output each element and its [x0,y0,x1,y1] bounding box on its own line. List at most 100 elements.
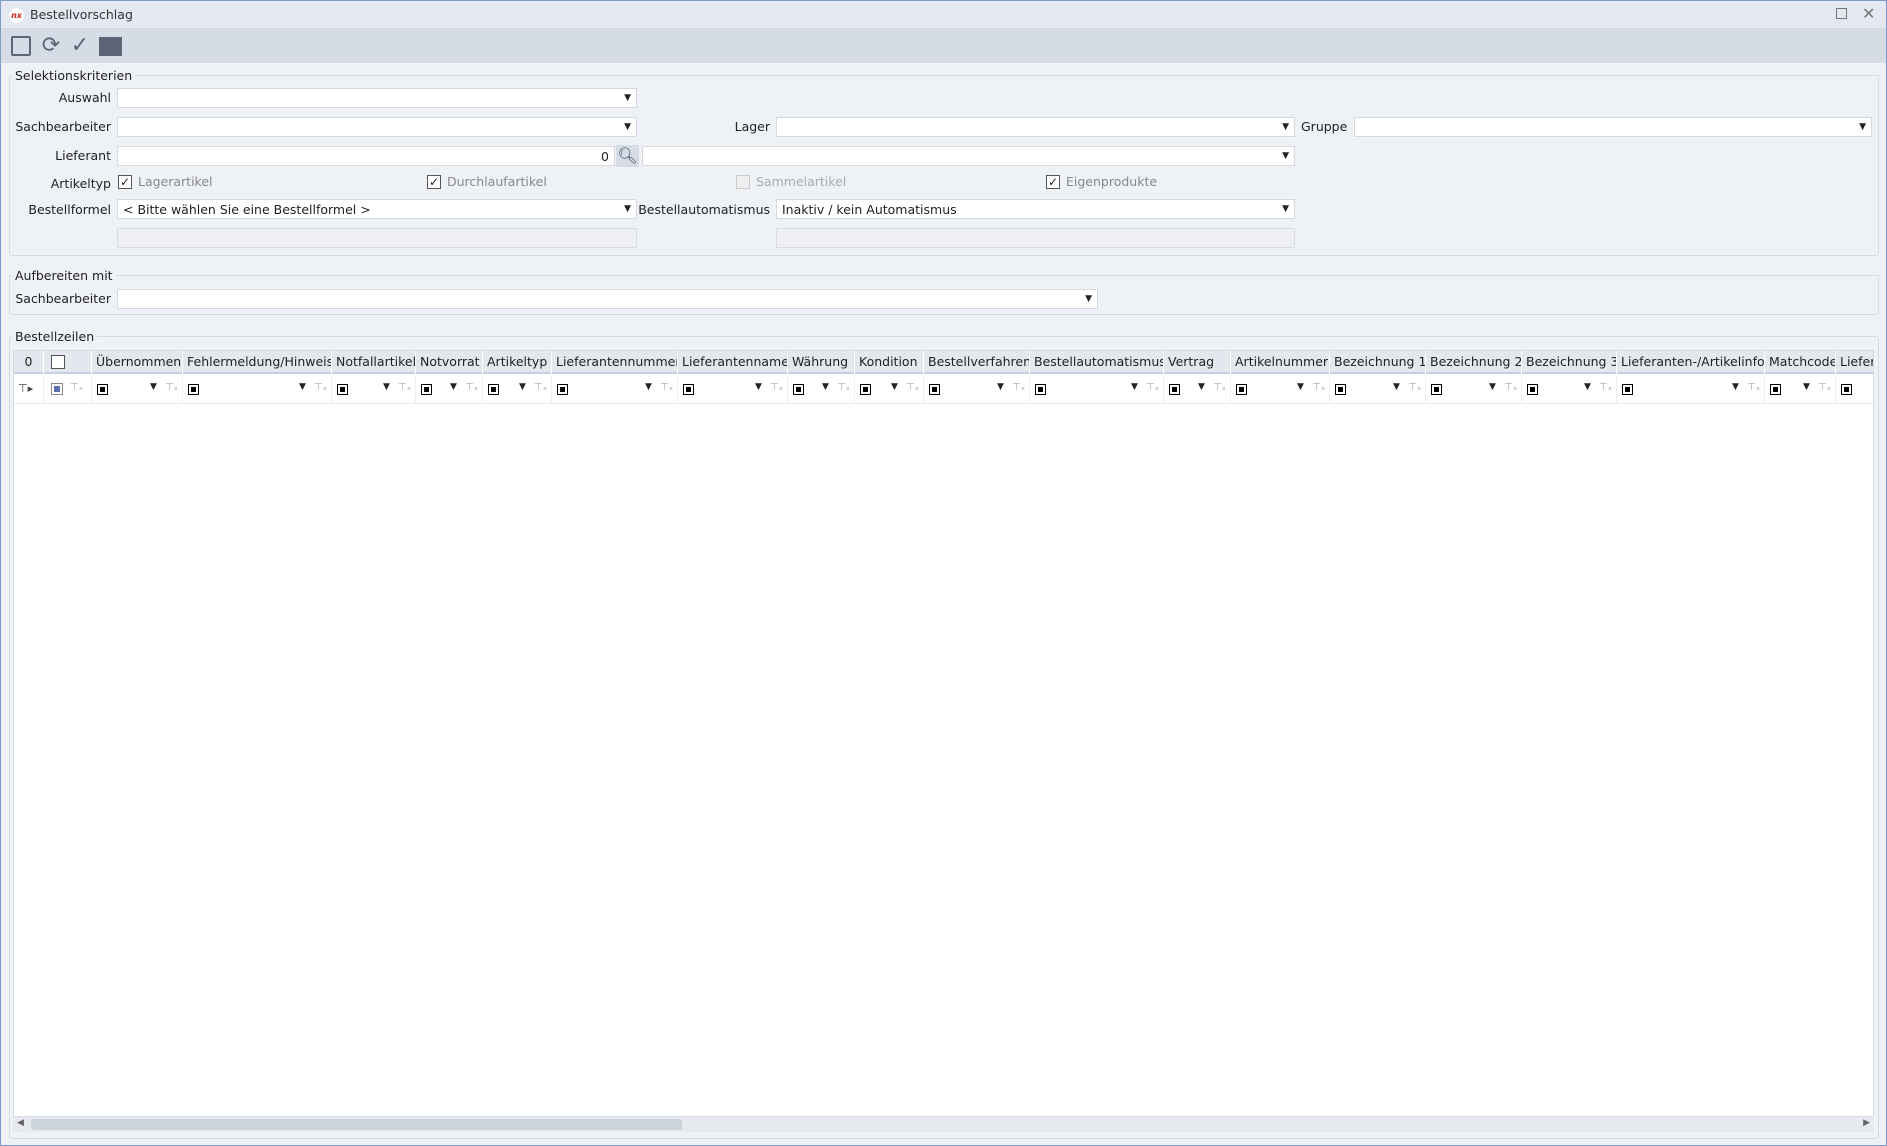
column-filter[interactable]: ▼⊤ₓ [92,376,183,404]
filter-clear-icon[interactable]: ⊤ₓ [1213,382,1226,393]
filter-clear-icon[interactable]: ⊤ₓ [314,382,327,393]
filter-operator-icon[interactable] [1236,384,1247,395]
filter-operator-icon[interactable] [1335,384,1346,395]
filter-clear-icon[interactable]: ⊤ₓ [1146,382,1159,393]
lager-dropdown[interactable]: ▼ [776,117,1295,137]
chevron-down-icon[interactable]: ▼ [891,382,898,392]
filter-clear-icon[interactable]: ⊤ₓ [906,382,919,393]
filter-clear-icon[interactable]: ⊤ₓ [1599,382,1612,393]
filter-clear-icon[interactable]: ⊤ₓ [70,382,83,393]
column-filter[interactable]: ▼ ⊤ₓ [855,376,924,404]
column-header[interactable]: Lieferanten-/Artikelinfo [1617,351,1765,374]
chevron-down-icon[interactable]: ▼ [1584,382,1591,392]
scrollbar-thumb[interactable] [31,1119,682,1130]
filter-clear-icon[interactable]: ⊤ₓ [1747,382,1760,393]
filter-operator-icon[interactable] [421,384,432,395]
filter-operator-icon[interactable] [1841,384,1852,395]
select-filter-checkbox[interactable] [51,383,63,395]
filter-clear-icon[interactable]: ⊤ₓ [770,382,783,393]
column-header[interactable]: Bezeichnung 3 [1522,351,1617,374]
scroll-left-icon[interactable]: ◀ [17,1118,24,1128]
new-icon[interactable] [9,34,33,58]
filter-operator-icon[interactable] [1431,384,1442,395]
column-header[interactable]: Vertrag [1164,351,1231,374]
chevron-down-icon[interactable]: ▼ [519,382,526,392]
chevron-down-icon[interactable]: ▼ [1198,382,1205,392]
filter-operator-icon[interactable] [683,384,694,395]
column-filter[interactable]: ▼ ⊤ₓ [416,376,483,404]
horizontal-scrollbar[interactable]: ◀ ▶ [13,1117,1874,1132]
column-header[interactable]: Artikeltyp [483,351,552,374]
lieferant-input[interactable]: 0 [117,146,615,166]
column-filter[interactable]: ▼⊤ₓ [1765,376,1836,404]
column-filter[interactable]: ▼⊤ₓ [678,376,788,404]
column-header[interactable]: Bestellverfahren [924,351,1030,374]
chevron-down-icon[interactable]: ▼ [1393,382,1400,392]
filter-clear-icon[interactable]: ⊤ₓ [398,382,411,393]
chevron-down-icon[interactable]: ▼ [1489,382,1496,392]
column-filter[interactable]: ▼⊤ₓ [552,376,678,404]
filter-operator-icon[interactable] [188,384,199,395]
column-header[interactable]: Übernommen [92,351,183,374]
filter-operator-icon[interactable] [1622,384,1633,395]
prepare-sachbearbeiter-dropdown[interactable]: ▼ [117,289,1098,309]
checkbox[interactable]: ✓ [118,175,132,189]
filter-clear-icon[interactable]: ⊤ₓ [1012,382,1025,393]
filter-operator-icon[interactable] [1169,384,1180,395]
select-all-checkbox[interactable] [51,355,65,369]
folder-icon[interactable] [99,34,123,58]
filter-operator-icon[interactable] [860,384,871,395]
filter-clear-icon[interactable]: ⊤ₓ [837,382,850,393]
filter-operator-icon[interactable] [557,384,568,395]
filter-clear-icon[interactable]: ⊤ₓ [534,382,547,393]
chevron-down-icon[interactable]: ▼ [645,382,652,392]
filter-operator-icon[interactable] [1527,384,1538,395]
chevron-down-icon[interactable]: ▼ [450,382,457,392]
filter-clear-icon[interactable]: ⊤ₓ [165,382,178,393]
column-filter[interactable]: ▼ ⊤ₓ [1164,376,1231,404]
column-header[interactable]: Lieferantenname [678,351,788,374]
filter-clear-icon[interactable]: ⊤ₓ [1408,382,1421,393]
gruppe-dropdown[interactable]: ▼ [1354,117,1872,137]
bestellformel-dropdown[interactable]: < Bitte wählen Sie eine Bestellformel > ▼ [117,199,637,219]
column-filter[interactable]: ▼⊤ₓ [1836,376,1873,404]
column-header[interactable]: Matchcode [1765,351,1836,374]
chevron-down-icon[interactable]: ▼ [299,382,306,392]
column-header[interactable]: Lieferantennummer [552,351,678,374]
column-header[interactable]: Kondition [855,351,924,374]
column-header[interactable]: Währung [788,351,855,374]
column-filter[interactable]: ▼ ⊤ₓ [924,376,1030,404]
maximize-icon[interactable] [1836,8,1847,19]
column-filter[interactable]: ▼ ⊤ₓ [788,376,855,404]
column-filter[interactable]: ▼ ⊤ₓ [483,376,552,404]
order-lines-grid[interactable]: 0 Übernommen Fehlermeldung/Hinweis Notfall… [13,350,1874,1117]
check-icon[interactable]: ✓ [68,34,92,58]
column-filter[interactable]: ▼ ⊤ₓ [183,376,332,404]
column-filter[interactable]: ▼⊤ₓ [1231,376,1330,404]
filter-operator-icon[interactable] [97,384,108,395]
search-icon[interactable]: 🔍︎ [616,145,639,167]
column-header[interactable]: Notfallartikel [332,351,416,374]
filter-operator-icon[interactable] [929,384,940,395]
chevron-down-icon[interactable]: ▼ [822,382,829,392]
filter-row-icon[interactable]: ⊤▸ [14,376,44,404]
filter-clear-icon[interactable]: ⊤ₓ [1504,382,1517,393]
column-header[interactable]: Artikelnummer [1231,351,1330,374]
chevron-down-icon[interactable]: ▼ [383,382,390,392]
column-header[interactable]: Liefer [1836,351,1873,374]
filter-operator-icon[interactable] [337,384,348,395]
bestellautomatismus-dropdown[interactable]: Inaktiv / kein Automatismus ▼ [776,199,1295,219]
filter-clear-icon[interactable]: ⊤ₓ [1818,382,1831,393]
chevron-down-icon[interactable]: ▼ [997,382,1004,392]
close-icon[interactable]: ✕ [1862,4,1875,23]
column-filter[interactable]: ▼ ⊤ₓ [1617,376,1765,404]
chevron-down-icon[interactable]: ▼ [1732,382,1739,392]
filter-operator-icon[interactable] [793,384,804,395]
chevron-down-icon[interactable]: ▼ [1131,382,1138,392]
column-header[interactable]: Notvorrat [416,351,483,374]
filter-clear-icon[interactable]: ⊤ₓ [465,382,478,393]
filter-operator-icon[interactable] [1770,384,1781,395]
scroll-right-icon[interactable]: ▶ [1863,1118,1870,1128]
column-filter[interactable]: ▼ ⊤ₓ [1030,376,1164,404]
filter-operator-icon[interactable] [488,384,499,395]
